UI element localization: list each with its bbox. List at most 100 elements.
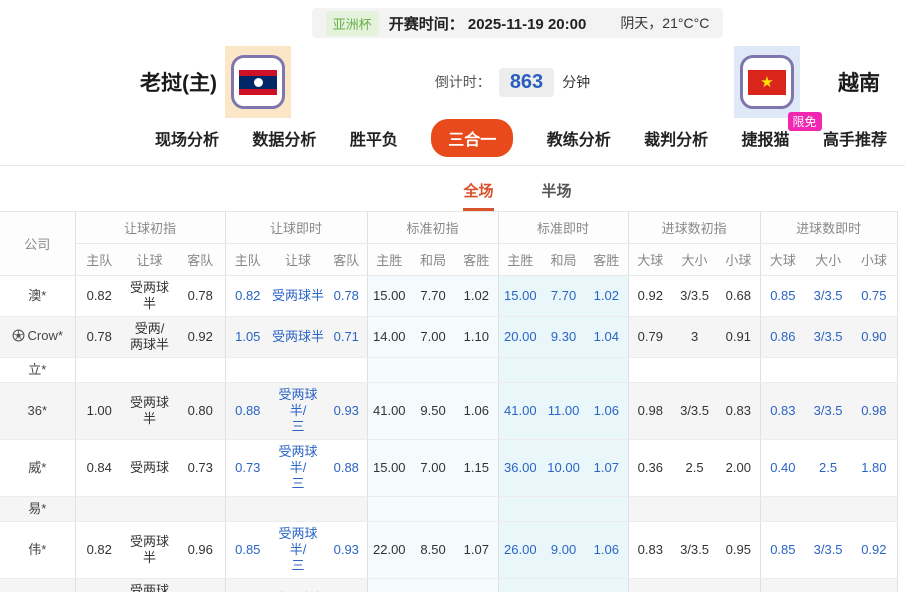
- col-header: 主队: [225, 244, 270, 276]
- odds-cell: 1.02: [585, 276, 628, 317]
- odds-cell: [628, 358, 672, 383]
- company-cell: 明*: [0, 579, 75, 592]
- group-header-handicap-initial: 让球初指: [75, 212, 225, 244]
- odds-cell: 1.06: [585, 383, 628, 440]
- subtab-full-match[interactable]: 全场: [463, 180, 493, 211]
- odds-cell: 0.80: [75, 579, 123, 592]
- col-header: 客胜: [455, 244, 498, 276]
- odds-cell: 2.5: [672, 440, 717, 497]
- odds-cell: 3/3.5: [672, 522, 717, 579]
- odds-cell: 2.00: [717, 440, 760, 497]
- odds-cell: 0.83: [760, 383, 805, 440]
- odds-cell: 受两球半/ 三: [270, 383, 326, 440]
- table-row: 明*0.80受两球半0.901.02受两球半0.7416.008.101.071…: [0, 579, 897, 592]
- odds-cell: 3/3.5: [672, 579, 717, 592]
- tab-coach-analysis[interactable]: 教练分析: [547, 126, 611, 150]
- countdown-label: 倒计时：: [435, 72, 491, 92]
- odds-cell: 0.85: [760, 522, 805, 579]
- sub-header-row: 主队 让球 客队 主队 让球 客队 主胜 和局 客胜 主胜 和局 客胜 大球 大…: [0, 244, 897, 276]
- tab-three-in-one[interactable]: 三合一: [431, 119, 513, 157]
- odds-cell: 9.30: [542, 317, 585, 358]
- tab-referee-analysis[interactable]: 裁判分析: [644, 126, 708, 150]
- odds-cell: [542, 497, 585, 522]
- odds-cell: 受两球半: [270, 317, 326, 358]
- odds-cell: 0.98: [628, 383, 672, 440]
- odds-cell: 8.10: [411, 579, 455, 592]
- tab-jiebao-cat[interactable]: 捷报猫限免: [742, 126, 790, 150]
- odds-cell: 0.70: [628, 579, 672, 592]
- odds-cell: 受两球半: [270, 276, 326, 317]
- odds-cell: 0.91: [717, 317, 760, 358]
- odds-cell: [75, 497, 123, 522]
- odds-cell: 受两球半: [270, 579, 326, 592]
- group-header-goals-initial: 进球数初指: [628, 212, 760, 244]
- odds-cell: 11.00: [542, 383, 585, 440]
- odds-cell: 0.92: [628, 276, 672, 317]
- odds-cell: [225, 497, 270, 522]
- odds-cell: 3/3.5: [805, 383, 851, 440]
- odds-cell: [326, 358, 367, 383]
- odds-cell: [455, 358, 498, 383]
- odds-cell: [176, 497, 225, 522]
- home-team-name: 老挝(主): [140, 67, 217, 97]
- odds-cell: 1.07: [585, 579, 628, 592]
- company-name: 易*: [28, 501, 46, 516]
- countdown-value: 863: [499, 68, 554, 97]
- group-header-goals-live: 进球数即时: [760, 212, 897, 244]
- odds-cell: 受两球半: [123, 383, 176, 440]
- odds-cell: 1.07: [455, 579, 498, 592]
- odds-cell: 1.80: [851, 440, 897, 497]
- company-cell: 澳*: [0, 276, 75, 317]
- odds-cell: 0.79: [628, 317, 672, 358]
- odds-cell: 16.00: [498, 579, 542, 592]
- table-row: 澳*0.82受两球半0.780.82受两球半0.7815.007.701.021…: [0, 276, 897, 317]
- company-name: 立*: [28, 362, 46, 377]
- odds-cell: 0.73: [225, 440, 270, 497]
- odds-cell: [176, 358, 225, 383]
- table-row: 36*1.00受两球半0.800.88受两球半/ 三0.9341.009.501…: [0, 383, 897, 440]
- odds-cell: [498, 497, 542, 522]
- odds-cell: 1.02: [225, 579, 270, 592]
- home-flag-frame: [231, 55, 285, 109]
- subtab-half-match[interactable]: 半场: [542, 180, 572, 211]
- odds-cell: 1.00: [75, 383, 123, 440]
- kickoff-label: 开赛时间：: [389, 16, 464, 33]
- col-header: 客胜: [585, 244, 628, 276]
- odds-cell: 0.86: [760, 317, 805, 358]
- odds-cell: 受两/ 两球半: [123, 317, 176, 358]
- tab-live-analysis[interactable]: 现场分析: [155, 126, 219, 150]
- period-subtabs: 全场 半场: [0, 166, 905, 211]
- odds-cell: 0.92: [851, 522, 897, 579]
- col-header: 主队: [75, 244, 123, 276]
- odds-cell: 0.98: [851, 383, 897, 440]
- tab-win-draw-lose[interactable]: 胜平负: [350, 126, 398, 150]
- company-cell: 威*: [0, 440, 75, 497]
- odds-cell: [585, 358, 628, 383]
- odds-cell: 3/3.5: [805, 317, 851, 358]
- vietnam-flag-icon: ★: [748, 70, 786, 95]
- odds-cell: 41.00: [498, 383, 542, 440]
- company-cell: 36*: [0, 383, 75, 440]
- odds-cell: [585, 497, 628, 522]
- odds-cell: 0.90: [176, 579, 225, 592]
- away-flag-frame: ★: [740, 55, 794, 109]
- odds-cell: [367, 358, 411, 383]
- col-header: 客队: [176, 244, 225, 276]
- odds-cell: 受两球半/ 三: [270, 522, 326, 579]
- odds-table-body: 澳*0.82受两球半0.780.82受两球半0.7815.007.701.021…: [0, 276, 897, 592]
- odds-cell: 41.00: [367, 383, 411, 440]
- table-row: 伟*0.82受两球半0.960.85受两球半/ 三0.9322.008.501.…: [0, 522, 897, 579]
- odds-cell: 0.82: [225, 276, 270, 317]
- odds-cell: 0.80: [176, 383, 225, 440]
- odds-cell: 0.40: [760, 440, 805, 497]
- odds-cell: 15.00: [367, 440, 411, 497]
- col-header: 客队: [326, 244, 367, 276]
- odds-cell: [411, 497, 455, 522]
- col-header: 小球: [851, 244, 897, 276]
- tab-data-analysis[interactable]: 数据分析: [252, 126, 316, 150]
- tab-expert-picks[interactable]: 高手推荐: [823, 126, 887, 150]
- company-cell: Crow*: [0, 317, 75, 358]
- company-name: 伟*: [28, 542, 46, 557]
- col-header: 和局: [542, 244, 585, 276]
- odds-cell: [123, 358, 176, 383]
